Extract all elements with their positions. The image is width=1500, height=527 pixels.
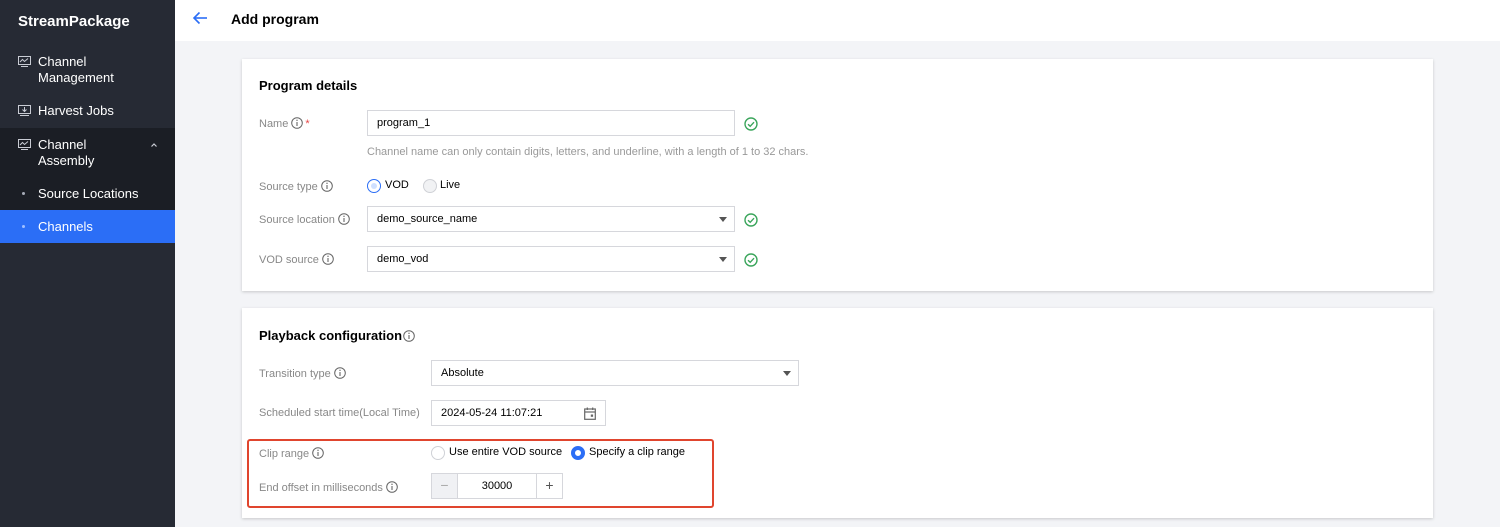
sidebar: StreamPackage Channel Management Harvest…: [0, 0, 175, 527]
radio-live-label[interactable]: Live: [440, 179, 460, 191]
transition-type-value: Absolute: [441, 367, 484, 379]
check-circle-icon: [744, 213, 758, 227]
calendar-icon[interactable]: [584, 407, 596, 420]
section-title-text: Playback configuration: [259, 328, 403, 343]
sidebar-item-label: Channel: [38, 137, 87, 152]
radio-vod[interactable]: [367, 179, 381, 193]
sidebar-item-label: Management: [38, 70, 114, 85]
transition-type-label-text: Transition type: [259, 368, 331, 380]
transition-type-label: Transition type: [259, 367, 346, 380]
radio-vod-label[interactable]: VOD: [385, 179, 409, 191]
source-location-select[interactable]: demo_source_name: [367, 206, 735, 232]
scheduled-start-input[interactable]: 2024-05-24 11:07:21: [431, 400, 606, 426]
name-input[interactable]: program_1: [367, 110, 735, 136]
vod-source-value: demo_vod: [377, 253, 429, 265]
radio-live[interactable]: [423, 179, 437, 193]
program-details-card: Program details Name * program_1 Channel …: [242, 59, 1433, 291]
required-mark: *: [305, 118, 310, 130]
sidebar-item-label: Assembly: [38, 153, 95, 168]
app-title: StreamPackage: [18, 13, 130, 30]
info-icon[interactable]: [322, 253, 334, 265]
header: Add program: [175, 0, 1500, 41]
monitor-chart-icon: [18, 139, 31, 150]
check-circle-icon: [744, 117, 758, 131]
source-type-label-text: Source type: [259, 181, 318, 193]
vod-source-select[interactable]: demo_vod: [367, 246, 735, 272]
download-box-icon: [18, 105, 31, 116]
page-title: Add program: [231, 11, 319, 27]
monitor-chart-icon: [18, 56, 31, 67]
section-title: Program details: [259, 78, 358, 93]
name-label-text: Name: [259, 118, 289, 130]
caret-down-icon: [783, 371, 791, 376]
scheduled-start-label: Scheduled start time(Local Time): [259, 407, 420, 419]
sidebar-item-source-locations[interactable]: Source Locations: [0, 177, 175, 210]
chevron-up-icon[interactable]: [150, 141, 158, 149]
sidebar-item-harvest-jobs[interactable]: Harvest Jobs: [0, 95, 175, 127]
sidebar-item-channels[interactable]: Channels: [0, 210, 175, 243]
sidebar-item-label: Harvest Jobs: [38, 103, 114, 118]
sidebar-item-label: Channel: [38, 54, 87, 69]
name-hint: Channel name can only contain digits, le…: [367, 146, 809, 158]
sidebar-item-channel-management[interactable]: Channel Management: [0, 52, 175, 94]
highlight-box: [247, 439, 714, 508]
back-arrow-icon[interactable]: [192, 11, 208, 25]
info-icon[interactable]: [291, 117, 304, 129]
bullet-icon: [22, 192, 25, 195]
source-type-label: Source type: [259, 180, 333, 193]
vod-source-label-text: VOD source: [259, 254, 319, 266]
info-icon[interactable]: [333, 367, 346, 379]
caret-down-icon: [719, 217, 727, 222]
source-location-value: demo_source_name: [377, 213, 478, 225]
source-location-label-text: Source location: [259, 214, 335, 226]
transition-type-select[interactable]: Absolute: [431, 360, 799, 386]
name-label: Name *: [259, 117, 310, 130]
bullet-icon: [22, 225, 25, 228]
section-title: Playback configuration: [259, 328, 415, 343]
info-icon[interactable]: [320, 180, 333, 192]
vod-source-label: VOD source: [259, 253, 334, 266]
sidebar-item-label: Channels: [38, 219, 93, 234]
sidebar-item-label: Source Locations: [38, 186, 139, 201]
info-icon[interactable]: [338, 213, 350, 225]
source-location-label: Source location: [259, 213, 350, 226]
scheduled-start-value: 2024-05-24 11:07:21: [441, 407, 543, 419]
info-icon[interactable]: [403, 330, 415, 342]
sidebar-item-channel-assembly[interactable]: Channel Assembly: [0, 128, 175, 177]
check-circle-icon: [744, 253, 758, 267]
caret-down-icon: [719, 257, 727, 262]
